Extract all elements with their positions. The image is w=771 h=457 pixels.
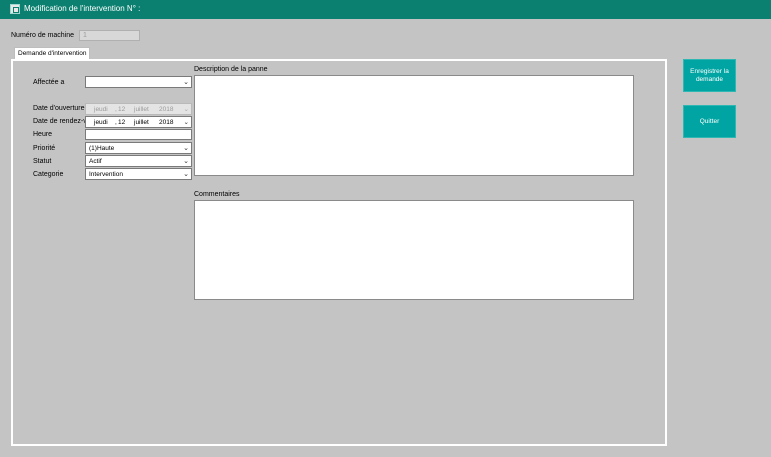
date-rdv-picker[interactable]: jeudi , 12 juillet 2018 ⌄ — [85, 116, 192, 128]
heure-label: Heure — [33, 131, 53, 138]
tab-demande-intervention[interactable]: Demande d'intervention — [14, 47, 90, 59]
chevron-down-icon[interactable]: ⌄ — [183, 156, 189, 166]
date-rdv-dayname: jeudi — [94, 119, 108, 126]
statut-select[interactable]: Actif ⌄ — [85, 155, 192, 167]
priorite-value: (1)Haute — [89, 145, 115, 152]
date-rdv-year: 2018 — [159, 119, 174, 126]
statut-value: Actif — [89, 158, 102, 165]
save-request-button[interactable]: Enregistrer la demande — [683, 59, 736, 92]
machine-number-label: Numéro de machine — [11, 32, 75, 39]
machine-number-field[interactable]: 1 — [79, 30, 140, 41]
chevron-down-icon[interactable]: ⌄ — [183, 77, 189, 87]
affectee-select[interactable]: ⌄ — [85, 76, 192, 88]
date-ouverture-label: Date d'ouverture — [33, 105, 85, 112]
date-ouverture-dayname: jeudi — [94, 106, 108, 113]
priorite-label: Priorité — [33, 145, 56, 152]
categorie-value: Intervention — [89, 171, 123, 178]
commentaires-label: Commentaires — [194, 191, 240, 198]
chevron-down-icon[interactable]: ⌄ — [184, 104, 189, 115]
affectee-label: Affectée a — [33, 79, 65, 86]
categorie-select[interactable]: Intervention ⌄ — [85, 168, 192, 180]
chevron-down-icon[interactable]: ⌄ — [183, 169, 189, 179]
statut-label: Statut — [33, 158, 52, 165]
date-rdv-month: juillet — [134, 119, 149, 126]
priorite-select[interactable]: (1)Haute ⌄ — [85, 142, 192, 154]
description-textarea[interactable] — [194, 75, 634, 176]
quit-button[interactable]: Quitter — [683, 105, 736, 138]
title-bar: Modification de l'intervention N° : — [0, 0, 771, 19]
chevron-down-icon[interactable]: ⌄ — [184, 117, 189, 128]
categorie-label: Categorie — [33, 171, 64, 178]
app-window-icon — [10, 4, 20, 14]
date-ouverture-month: juillet — [134, 106, 149, 113]
date-ouverture-picker[interactable]: jeudi , 12 juillet 2018 ⌄ — [85, 103, 192, 115]
heure-input[interactable] — [85, 129, 192, 140]
window-title: Modification de l'intervention N° : — [24, 4, 141, 13]
chevron-down-icon[interactable]: ⌄ — [183, 143, 189, 153]
date-ouverture-year: 2018 — [159, 106, 174, 113]
description-label: Description de la panne — [194, 66, 268, 73]
date-rdv-label: Date de rendez-vo — [33, 118, 91, 125]
date-rdv-day: 12 — [118, 119, 126, 126]
commentaires-textarea[interactable] — [194, 200, 634, 300]
date-ouverture-day: 12 — [118, 106, 126, 113]
